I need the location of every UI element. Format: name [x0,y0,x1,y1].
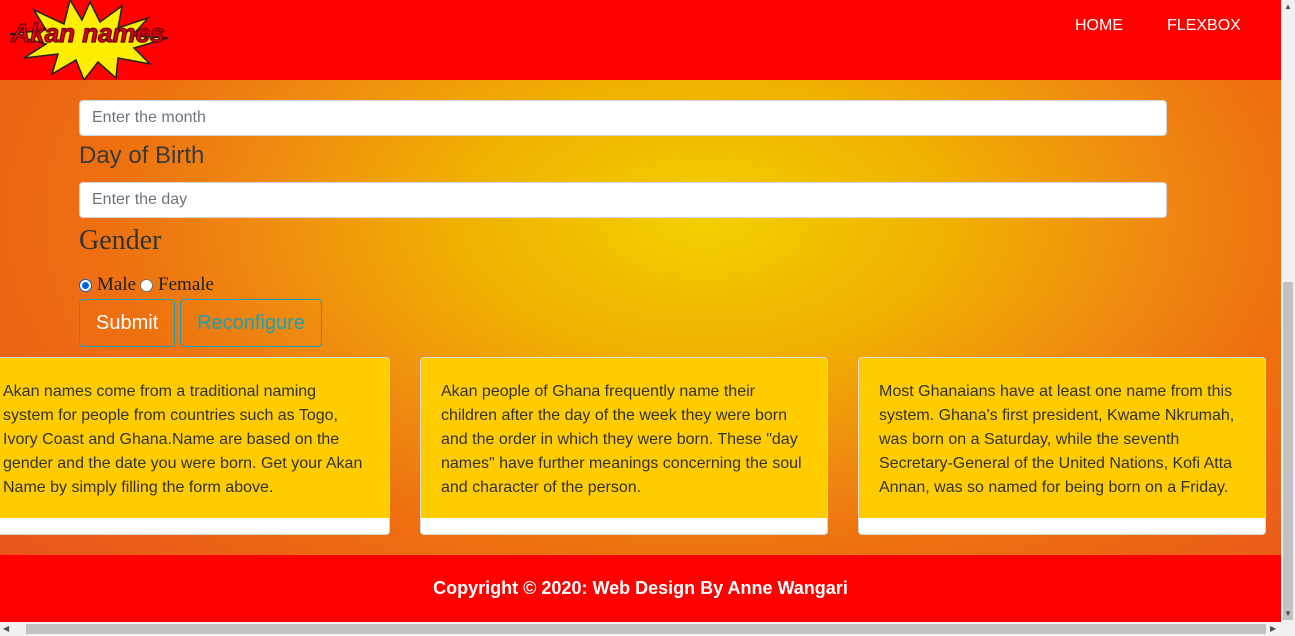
footer: Copyright © 2020: Web Design By Anne Wan… [0,555,1281,622]
vertical-scroll-thumb[interactable] [1283,282,1293,620]
info-card-text: Most Ghanaians have at least one name fr… [859,358,1265,518]
info-card-text: Akan people of Ghana frequently name the… [421,358,827,518]
info-card: Akan names come from a traditional namin… [0,357,390,535]
day-label: Day of Birth [79,142,205,169]
page: Month of Birth Day of Birth Gender Male … [0,0,1281,622]
scroll-right-arrow-icon[interactable]: ▶ [1270,622,1276,636]
gender-label: Gender [79,225,162,256]
info-card: Most Ghanaians have at least one name fr… [858,357,1266,535]
logo-text: Akan names [10,18,164,48]
nav-link-flexbox[interactable]: FLEXBOX [1167,17,1241,35]
reconfigure-button[interactable]: Reconfigure [180,299,322,347]
gender-radio-group: Male Female [79,274,218,296]
navbar: Akan names HOME FLEXBOX [0,0,1281,82]
info-card-text: Akan names come from a traditional namin… [0,358,389,518]
female-radio[interactable] [140,278,154,292]
scroll-left-arrow-icon[interactable]: ◀ [3,622,9,636]
scroll-up-arrow-icon[interactable]: ▲ [1284,0,1292,14]
starburst-logo-icon: Akan names [9,0,169,82]
male-radio[interactable] [79,278,92,292]
male-radio-label: Male [97,274,137,295]
submit-button[interactable]: Submit [79,299,175,347]
scroll-down-arrow-icon[interactable]: ▼ [1284,607,1292,621]
day-input[interactable] [79,182,1167,218]
horizontal-scroll-thumb[interactable] [26,624,1266,634]
vertical-scrollbar[interactable]: ▲ ▼ [1281,0,1295,622]
copyright-text: Copyright © 2020: Web Design By Anne Wan… [433,578,848,598]
month-input[interactable] [79,100,1167,136]
akan-names-logo[interactable]: Akan names [0,0,180,82]
female-radio-label: Female [158,274,214,295]
info-card: Akan people of Ghana frequently name the… [420,357,828,535]
nav-link-home[interactable]: HOME [1075,17,1123,35]
horizontal-scrollbar[interactable]: ◀ ▶ [0,622,1295,636]
